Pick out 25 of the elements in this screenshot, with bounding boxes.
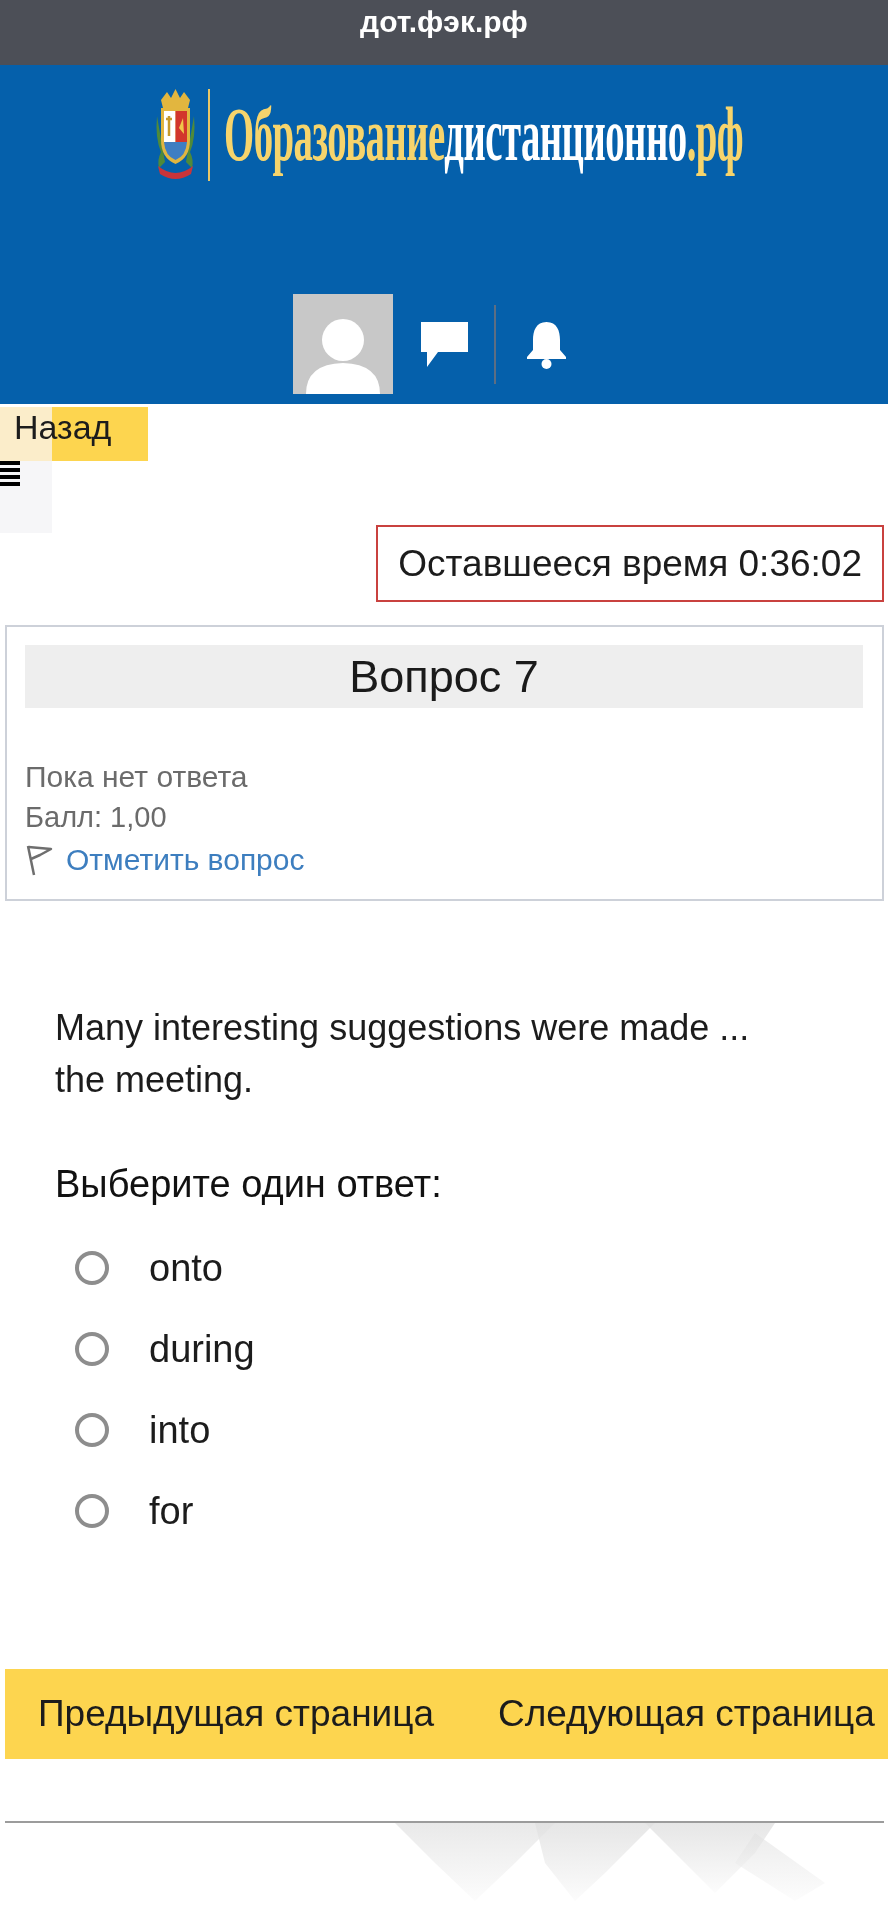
option-label[interactable]: during	[149, 1325, 255, 1372]
option-label[interactable]: into	[149, 1406, 211, 1453]
flag-icon	[25, 844, 53, 876]
option-label[interactable]: for	[149, 1487, 194, 1534]
next-page-button[interactable]: Следующая страница	[465, 1669, 888, 1759]
logo-text[interactable]: Образованиедистанционно.рф	[223, 88, 743, 181]
user-avatar-icon[interactable]	[292, 294, 393, 394]
question-title: Вопрос 7	[25, 645, 863, 708]
remaining-time: Оставшееся время 0:36:02	[376, 525, 884, 602]
bell-icon[interactable]	[524, 319, 568, 369]
answer-prompt: Выберите один ответ:	[55, 1162, 442, 1206]
url-text[interactable]: дот.фэк.рф	[360, 0, 528, 44]
radio-button[interactable]	[75, 1493, 109, 1528]
menu-icon[interactable]	[0, 461, 20, 487]
question-grade: Балл: 1,00	[25, 800, 167, 835]
flag-question-link[interactable]: Отметить вопрос	[25, 838, 305, 882]
option-label[interactable]: onto	[149, 1244, 223, 1291]
previous-page-button[interactable]: Предыдущая страница	[5, 1669, 465, 1759]
radio-button[interactable]	[75, 1250, 109, 1285]
radio-button[interactable]	[75, 1331, 109, 1366]
radio-button[interactable]	[75, 1412, 109, 1447]
back-button[interactable]: Назад	[0, 407, 148, 461]
answer-status: Пока нет ответа	[25, 759, 248, 795]
chat-icon[interactable]	[420, 321, 468, 367]
question-text: Many interesting suggestions were made ... the meeting.	[55, 1006, 751, 1102]
